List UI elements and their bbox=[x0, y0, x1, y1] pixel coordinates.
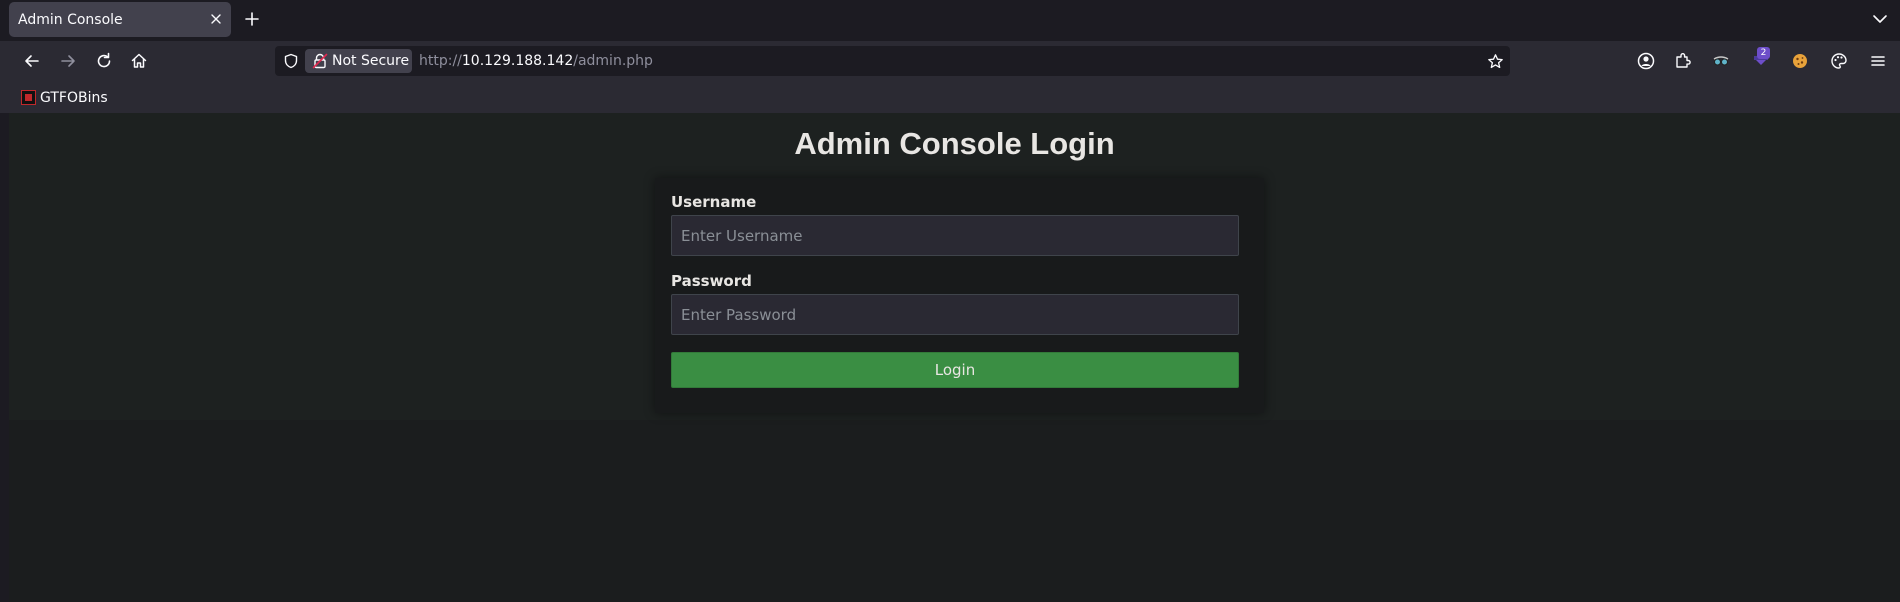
extension-badge-count: 2 bbox=[1757, 47, 1770, 59]
back-arrow-icon[interactable] bbox=[22, 51, 42, 71]
login-button[interactable]: Login bbox=[671, 352, 1239, 388]
account-icon[interactable] bbox=[1636, 51, 1656, 71]
url-scheme: http:// bbox=[419, 53, 462, 69]
close-icon[interactable] bbox=[207, 10, 225, 28]
chevron-down-icon[interactable] bbox=[1871, 10, 1889, 28]
gtfobins-favicon-icon bbox=[21, 90, 36, 105]
username-input[interactable] bbox=[671, 215, 1239, 256]
url-host: 10.129.188.142 bbox=[461, 53, 574, 69]
tab-strip: Admin Console bbox=[0, 0, 1900, 41]
security-indicator-button[interactable]: Not Secure bbox=[305, 49, 412, 73]
username-label: Username bbox=[671, 193, 757, 211]
home-icon[interactable] bbox=[129, 51, 149, 71]
forward-arrow-icon[interactable] bbox=[58, 51, 78, 71]
spy-glasses-icon[interactable] bbox=[1711, 51, 1731, 71]
extensions-icon[interactable] bbox=[1673, 51, 1693, 71]
address-bar[interactable]: Not Secure http://10.129.188.142/admin.p… bbox=[275, 46, 1510, 76]
palette-icon[interactable] bbox=[1829, 51, 1849, 71]
tab-title: Admin Console bbox=[18, 12, 123, 28]
password-input[interactable] bbox=[671, 294, 1239, 335]
cookie-icon[interactable] bbox=[1790, 51, 1810, 71]
tab-admin-console[interactable]: Admin Console bbox=[9, 2, 231, 37]
reload-icon[interactable] bbox=[94, 51, 114, 71]
navigation-toolbar: Not Secure http://10.129.188.142/admin.p… bbox=[0, 41, 1900, 81]
url-text[interactable]: http://10.129.188.142/admin.php bbox=[419, 53, 653, 69]
page-title: Admin Console Login bbox=[794, 126, 1115, 161]
login-form: Username Password Login bbox=[655, 178, 1264, 413]
bookmark-label: GTFOBins bbox=[40, 90, 108, 106]
bookmark-star-icon[interactable] bbox=[1487, 53, 1504, 70]
url-path: /admin.php bbox=[573, 53, 653, 69]
bookmarks-toolbar: GTFOBins bbox=[0, 81, 1900, 113]
security-label: Not Secure bbox=[332, 53, 410, 69]
password-label: Password bbox=[671, 272, 752, 290]
new-tab-icon[interactable] bbox=[243, 10, 261, 28]
menu-icon[interactable] bbox=[1868, 51, 1888, 71]
shield-icon[interactable] bbox=[283, 53, 299, 69]
insecure-lock-icon bbox=[312, 53, 328, 69]
page-viewport: Admin Console Login Username Password Lo… bbox=[9, 113, 1900, 602]
page-header-band: Admin Console Login Username Password Lo… bbox=[9, 113, 1900, 420]
